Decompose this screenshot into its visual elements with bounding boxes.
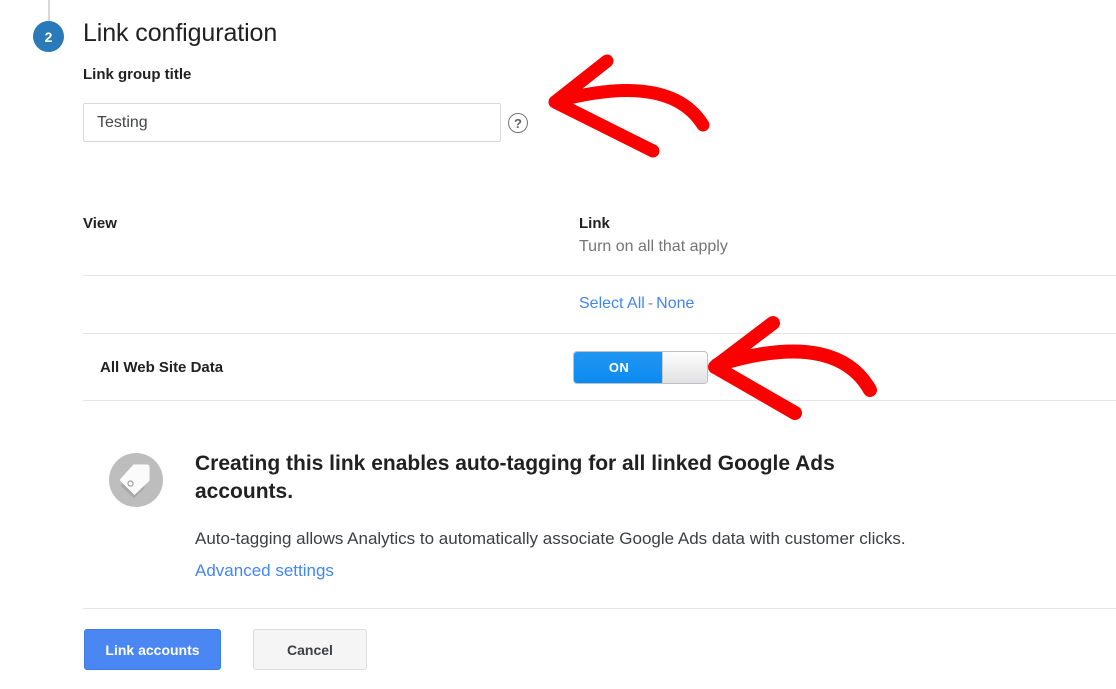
auto-tagging-title: Creating this link enables auto-tagging …: [195, 452, 835, 503]
link-toggle-all-web-site-data[interactable]: ON: [573, 351, 708, 384]
table-divider-bottom: [83, 400, 1116, 401]
column-header-view: View: [83, 215, 117, 232]
google-ads-tag-icon: [109, 453, 163, 507]
arrow-to-link-group-title: [548, 54, 710, 158]
page-title: Link configuration: [83, 19, 278, 47]
select-all-row: Select All - None: [579, 295, 694, 313]
table-row-view-name: All Web Site Data: [100, 359, 224, 376]
select-none-link[interactable]: None: [656, 295, 694, 312]
link-configuration-screen: 2 Link configuration Link group title ? …: [0, 0, 1116, 689]
link-group-title-label: Link group title: [83, 66, 192, 83]
cancel-button[interactable]: Cancel: [253, 629, 367, 670]
step-number-badge: 2: [33, 21, 64, 52]
toggle-on-label: ON: [574, 352, 664, 383]
step-connector-line: [48, 0, 50, 22]
column-header-link: Link: [579, 215, 610, 232]
help-icon[interactable]: ?: [508, 113, 528, 133]
link-accounts-button[interactable]: Link accounts: [84, 629, 221, 670]
select-separator: -: [647, 295, 654, 312]
auto-tagging-body: Auto-tagging allows Analytics to automat…: [195, 529, 906, 548]
column-header-link-subtext: Turn on all that apply: [579, 238, 728, 255]
table-divider-top: [83, 275, 1116, 276]
arrow-to-link-toggle: [708, 316, 877, 420]
link-group-title-input[interactable]: [83, 103, 501, 142]
actions-divider: [83, 608, 1116, 609]
table-divider-middle: [83, 333, 1116, 334]
select-all-link[interactable]: Select All: [579, 295, 645, 312]
advanced-settings-link[interactable]: Advanced settings: [195, 561, 334, 581]
toggle-knob[interactable]: [662, 352, 707, 383]
